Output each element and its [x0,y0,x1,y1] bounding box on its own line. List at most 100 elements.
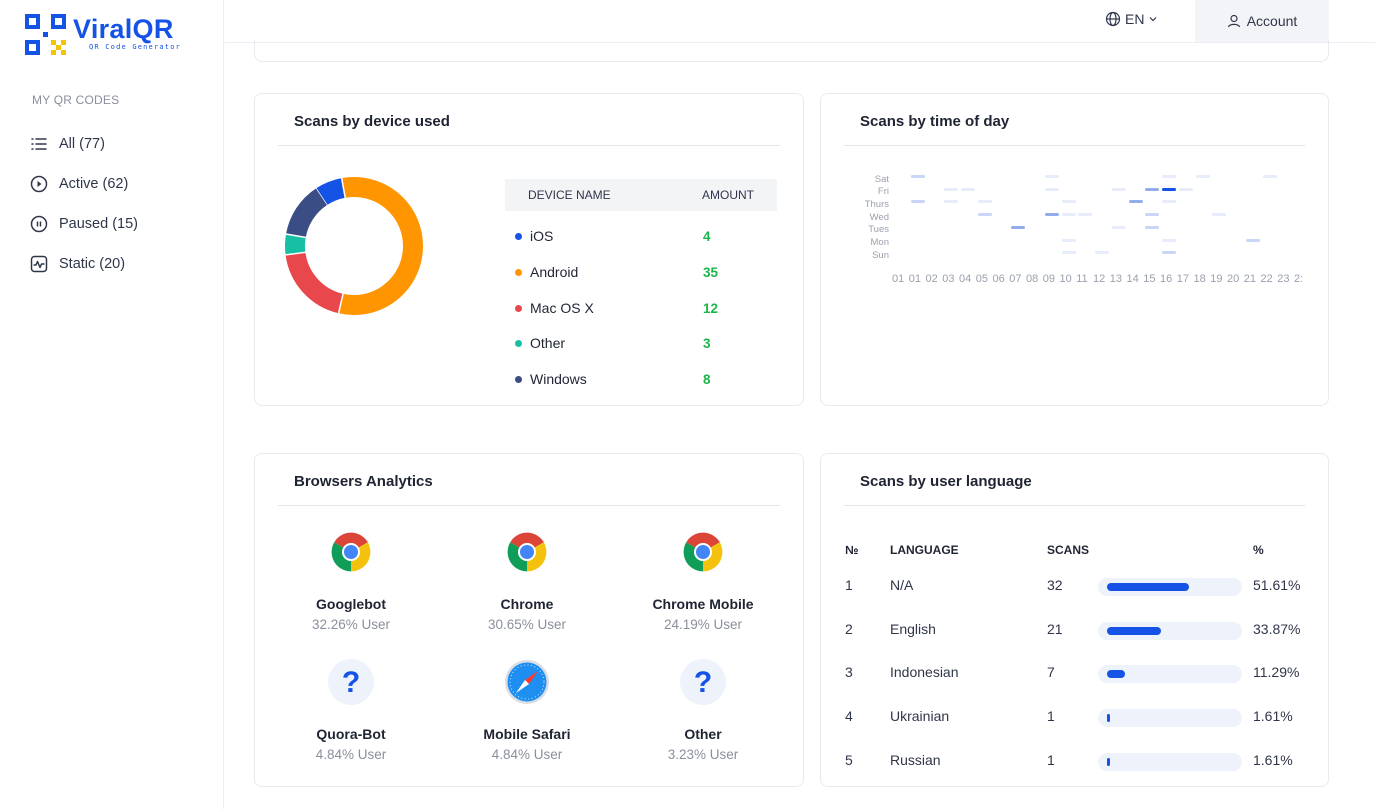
heatmap-cell[interactable] [1195,175,1210,178]
sidebar-item-all[interactable]: All (77) [30,124,138,164]
heatmap-cell[interactable] [1061,238,1076,242]
col-scans: SCANS [1047,543,1090,557]
hour-label: 02 [925,273,938,285]
device-amount: 35 [703,264,719,280]
hour-label: 08 [1026,273,1039,285]
row-scans: 21 [1047,621,1063,637]
browser-share: 4.84% User [491,747,563,762]
heatmap-cell[interactable] [1044,187,1059,191]
heatmap-cell[interactable] [1111,225,1126,229]
time-of-day-card: Scans by time of day Sat Fri Thurs Wed T… [820,93,1329,406]
languages-card: Scans by user language № LANGUAGE SCANS … [820,453,1329,787]
hour-label: 06 [992,273,1005,285]
qr-logo-icon [25,14,66,55]
card-title: Scans by user language [860,473,1032,490]
browser-name: Chrome Mobile [652,596,754,612]
heatmap-cell[interactable] [944,200,959,204]
account-button[interactable]: Account [1195,0,1329,42]
heatmap-cell[interactable] [1078,213,1093,217]
heatmap-cell[interactable] [910,175,925,178]
heatmap-cell[interactable] [910,200,925,204]
hour-label: 01 [892,273,905,285]
browser-share: 32.26% User [311,617,391,632]
browser-name: Googlebot [316,596,386,612]
donut-slice-android[interactable] [338,177,423,315]
heatmap-cell[interactable] [961,187,975,191]
heatmap-cell[interactable] [1011,225,1026,229]
device-table-header: DEVICE NAME AMOUNT [505,179,777,211]
row-scans: 32 [1047,577,1063,593]
row-percent: 33.87% [1253,621,1301,637]
device-amount: 8 [703,371,711,387]
heatmap-cell[interactable] [1061,200,1076,204]
user-icon [1227,14,1240,28]
row-percent: 1.61% [1253,708,1293,724]
heatmap-cell[interactable] [1111,187,1126,191]
heatmap-cell[interactable] [1162,187,1176,191]
device-donut-chart [284,176,423,315]
heatmap-cell[interactable] [1262,175,1277,178]
browser-name: Mobile Safari [483,726,571,742]
heatmap-cell[interactable] [1178,187,1193,191]
device-amount: 3 [703,335,711,351]
heatmap-cell[interactable] [1212,213,1227,217]
legend-dot [515,232,522,240]
browser-name: Other [684,726,722,742]
legend-dot [515,304,522,312]
heatmap-cell[interactable] [1061,251,1076,255]
heatmap-cell[interactable] [1162,238,1176,242]
sidebar-item-label: Active (62) [59,176,129,192]
heatmap-cell[interactable] [1162,251,1176,255]
progress-fill [1107,758,1110,766]
heatmap-cell[interactable] [1162,200,1176,204]
device-row: iOS 4 [515,226,777,246]
table-row: 1 N/A 32 51.61% [821,577,1328,597]
row-percent: 11.29% [1253,664,1300,680]
heatmap-cell[interactable] [1128,200,1143,204]
heatmap-cell[interactable] [977,213,992,217]
heatmap-cell[interactable] [1145,225,1160,229]
heatmap-cell[interactable] [977,200,992,204]
progress-track [1098,753,1242,771]
language-selector[interactable]: EN [1105,0,1163,38]
heatmap-cell[interactable] [1061,213,1076,217]
browser-share: 3.23% User [667,747,739,762]
browser-share: 24.19% User [663,617,743,632]
heatmap-cell[interactable] [1145,213,1160,217]
heatmap-cell[interactable] [1095,251,1109,255]
row-number: 1 [845,577,853,593]
donut-slice-ios[interactable] [315,178,346,206]
day-label: Wed [869,212,889,223]
heatmap-cell[interactable] [1162,175,1176,178]
browser-share: 30.65% User [487,617,567,632]
device-row: Mac OS X 12 [515,298,777,318]
heatmap-cell[interactable] [1245,238,1260,242]
sidebar-item-label: Paused (15) [59,216,138,232]
logo[interactable]: ViralQR QR Code Generator [25,14,181,56]
hour-label: 2: [1294,273,1304,285]
hour-label: 13 [1109,273,1122,285]
hour-label: 01 [908,273,921,285]
section-title: MY QR CODES [32,93,120,107]
sidebar-item-static[interactable]: Static (20) [30,244,138,284]
progress-track [1098,578,1242,596]
language-label: EN [1125,11,1145,27]
sidebar-item-paused[interactable]: Paused (15) [30,204,138,244]
row-language: Ukrainian [890,708,950,724]
heatmap-cell[interactable] [1044,175,1059,178]
hour-label: 09 [1042,273,1055,285]
sidebar-item-active[interactable]: Active (62) [30,164,138,204]
chevron-down-icon [1150,17,1157,22]
donut-slice-windows[interactable] [286,188,328,238]
time-heatmap: Sat Fri Thurs Wed Tues Mon Sun 01 01 02 03 0… [821,94,1330,407]
donut-slice-mac-os-x[interactable] [285,251,344,314]
heatmap-cell[interactable] [944,187,959,191]
donut-slice-other[interactable] [285,234,306,255]
device-card: Scans by device used DEVICE NAME AMOUNT … [254,93,804,406]
device-row: Windows 8 [515,369,777,389]
day-label: Sun [872,250,889,261]
heatmap-cell[interactable] [1145,187,1160,191]
col-device-name: DEVICE NAME [528,188,611,202]
day-label: Fri [877,186,889,197]
heatmap-cell[interactable] [1044,213,1059,217]
